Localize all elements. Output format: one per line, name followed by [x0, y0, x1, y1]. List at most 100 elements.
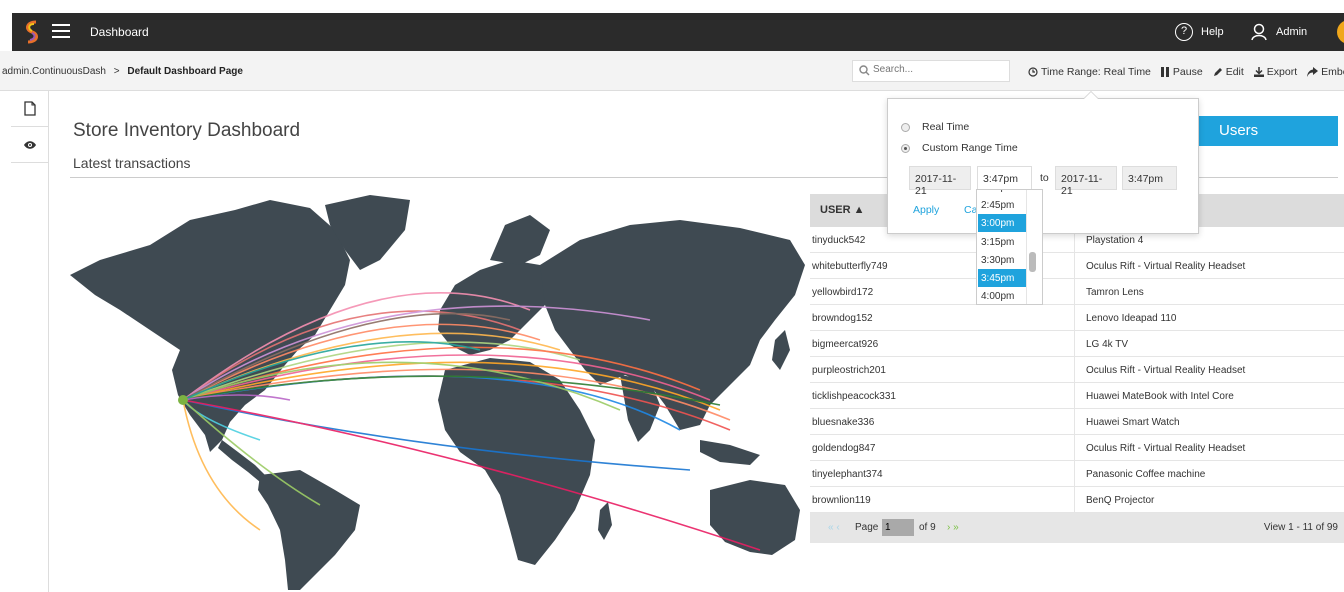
user-cell: goldendog847: [812, 443, 876, 454]
user-cell: purpleostrich201: [812, 365, 886, 376]
user-cell: ticklishpeacock331: [812, 391, 896, 402]
table-row[interactable]: ticklishpeacock331 Huawei MateBook with I…: [810, 383, 1344, 409]
time-option[interactable]: 2:45pm: [978, 196, 1026, 214]
widget-subtitle: Latest transactions: [73, 155, 191, 171]
product-cell: Oculus Rift - Virtual Reality Headset: [1086, 261, 1246, 272]
breadcrumb-toolbar: admin.ContinuousDash > Default Dashboard…: [0, 51, 1344, 91]
time-option[interactable]: 2:30pm: [978, 190, 1026, 196]
from-date-field[interactable]: 2017-11-21: [909, 166, 971, 197]
cell-divider: [1074, 435, 1075, 461]
cell-divider: [1074, 461, 1075, 487]
time-dropdown[interactable]: 2:30pm2:45pm3:00pm3:15pm3:30pm3:45pm4:00…: [976, 189, 1043, 305]
user-cell: browndog152: [812, 313, 873, 324]
help-label: Help: [1201, 26, 1224, 38]
product-cell: Huawei Smart Watch: [1086, 417, 1180, 428]
hamburger-menu-icon[interactable]: [52, 24, 70, 40]
cell-divider: [1074, 253, 1075, 279]
to-time-field[interactable]: 3:47pm: [1122, 166, 1177, 190]
asia-shape: [540, 220, 805, 430]
clock-icon: [1028, 67, 1038, 77]
to-label: to: [1040, 172, 1049, 184]
page-number-input[interactable]: [882, 519, 914, 536]
apply-button[interactable]: Apply: [913, 204, 939, 216]
embed-button[interactable]: Embe: [1307, 66, 1344, 78]
radio-icon: [901, 122, 910, 132]
product-cell: Panasonic Coffee machine: [1086, 469, 1206, 480]
time-range-button[interactable]: Time Range: Real Time: [1028, 66, 1151, 78]
north-america-shape: [70, 200, 350, 452]
cell-divider: [1074, 383, 1075, 409]
search-input[interactable]: [873, 64, 1003, 75]
scandinavia-shape: [490, 215, 550, 265]
pause-button[interactable]: Pause: [1160, 66, 1203, 78]
user-cell: bluesnake336: [812, 417, 875, 428]
time-option[interactable]: 3:15pm: [978, 233, 1026, 251]
view-range: View 1 - 11 of 99: [1263, 522, 1338, 533]
sort-icon: ▲: [853, 204, 865, 216]
real-time-radio[interactable]: Real Time: [901, 121, 969, 133]
australia-shape: [710, 480, 800, 555]
sidebar-page-button[interactable]: [11, 91, 48, 127]
dropdown-scroll-track: [1026, 190, 1027, 304]
product-cell: Playstation 4: [1086, 235, 1144, 246]
page-count: of 9: [919, 522, 936, 533]
search-box[interactable]: [852, 60, 1010, 82]
app-logo-icon[interactable]: [20, 19, 44, 45]
origin-marker[interactable]: [178, 395, 188, 405]
custom-range-label: Custom Range Time: [922, 142, 1018, 154]
dropdown-scrollbar[interactable]: [1029, 252, 1036, 272]
map-continents: [70, 195, 805, 590]
radio-selected-icon: [901, 143, 910, 153]
cell-divider: [1074, 331, 1075, 357]
edit-button[interactable]: Edit: [1213, 66, 1244, 78]
user-icon: [1251, 23, 1267, 41]
from-time-field[interactable]: 3:47pm: [977, 166, 1032, 190]
time-option[interactable]: 3:30pm: [978, 251, 1026, 269]
table-row[interactable]: bigmeercat926 LG 4k TV: [810, 331, 1344, 357]
embed-label: Embe: [1321, 66, 1344, 78]
time-range-popup: Real Time Custom Range Time 2017-11-21 3…: [887, 91, 1199, 234]
table-row[interactable]: goldendog847 Oculus Rift - Virtual Realit…: [810, 435, 1344, 461]
cell-divider: [1074, 357, 1075, 383]
next-page-icon[interactable]: › »: [947, 522, 959, 533]
table-row[interactable]: bluesnake336 Huawei Smart Watch: [810, 409, 1344, 435]
table-row[interactable]: browndog152 Lenovo Ideapad 110: [810, 305, 1344, 331]
madagascar-shape: [598, 502, 612, 540]
export-button[interactable]: Export: [1253, 66, 1298, 78]
to-date-field[interactable]: 2017-11-21: [1055, 166, 1117, 197]
user-column-header[interactable]: USER ▲: [820, 204, 865, 216]
export-label: Export: [1266, 66, 1298, 78]
transactions-table: USER ▲ tinyduck542 Playstation 4 whitebutt…: [810, 194, 1344, 543]
time-range-label: Time Range: Real Time: [1041, 66, 1151, 78]
help-icon: ?: [1175, 23, 1193, 41]
custom-range-radio[interactable]: Custom Range Time: [901, 142, 1018, 154]
cell-divider: [1074, 279, 1075, 305]
product-cell: Huawei MateBook with Intel Core: [1086, 391, 1234, 402]
table-row[interactable]: yellowbird172 Tamron Lens: [810, 279, 1344, 305]
download-icon: [1253, 67, 1264, 77]
breadcrumb-parent[interactable]: admin.ContinuousDash: [2, 66, 106, 77]
prev-page-icon[interactable]: « ‹: [828, 522, 840, 533]
help-button[interactable]: ? Help: [1175, 23, 1224, 41]
user-cell: yellowbird172: [812, 287, 874, 298]
users-tab-label: Users: [1219, 122, 1259, 139]
page-title: Dashboard: [90, 25, 149, 39]
table-row[interactable]: tinyelephant374 Panasonic Coffee machine: [810, 461, 1344, 487]
world-map[interactable]: [60, 190, 810, 590]
table-row[interactable]: purpleostrich201 Oculus Rift - Virtual Re…: [810, 357, 1344, 383]
breadcrumb: admin.ContinuousDash > Default Dashboard…: [2, 66, 243, 77]
table-pager: « ‹ Page of 9 › » View 1 - 11 of 99: [810, 513, 1344, 543]
eye-icon: [23, 140, 36, 149]
real-time-label: Real Time: [922, 121, 970, 133]
notification-badge[interactable]: 2: [1337, 20, 1344, 44]
cell-divider: [1074, 305, 1075, 331]
table-row[interactable]: whitebutterfly749 Oculus Rift - Virtual R…: [810, 253, 1344, 279]
time-option[interactable]: 3:00pm: [978, 214, 1026, 233]
time-option[interactable]: 3:45pm: [978, 269, 1026, 287]
user-cell: bigmeercat926: [812, 339, 879, 350]
time-option[interactable]: 4:00pm: [978, 287, 1026, 304]
sidebar-view-button[interactable]: [11, 127, 48, 163]
admin-user-button[interactable]: Admin: [1250, 23, 1307, 41]
table-row[interactable]: brownlion119 BenQ Projector: [810, 487, 1344, 513]
japan-shape: [772, 330, 790, 370]
